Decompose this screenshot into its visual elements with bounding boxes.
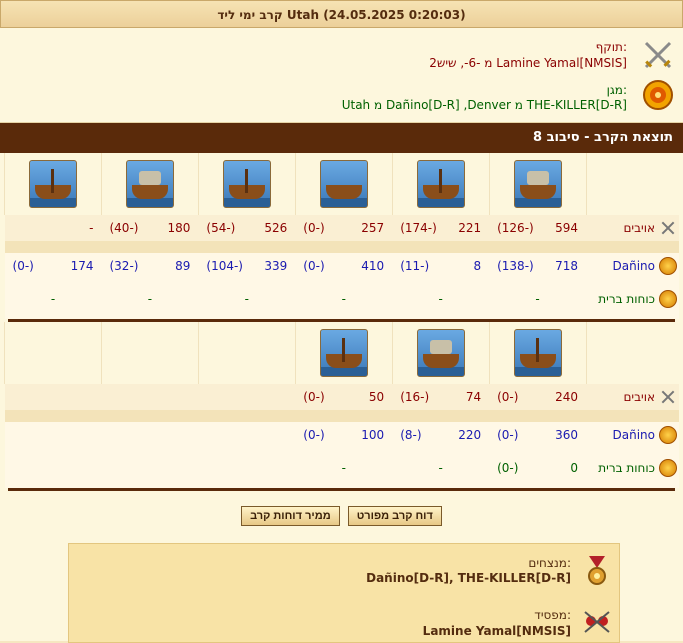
ally-label: כוחות ברית bbox=[598, 461, 655, 475]
report-buttons: ממיר דוחות קרב דוח קרב מפורט bbox=[0, 491, 683, 541]
unit-ship-icon bbox=[416, 329, 465, 377]
unit-ship-icon bbox=[319, 329, 368, 377]
own-label[interactable]: Dañino bbox=[613, 259, 655, 273]
unit-loss: (-16) bbox=[400, 390, 430, 404]
unit-count: 360 bbox=[555, 428, 578, 442]
unit-count: 74 bbox=[465, 390, 482, 404]
shield-icon bbox=[643, 80, 673, 110]
shield-icon bbox=[659, 257, 677, 275]
unit-loss: (-8) bbox=[400, 428, 422, 442]
winners-label: מנצחים: bbox=[528, 556, 571, 570]
unit-row bbox=[4, 153, 679, 215]
ally-label: כוחות ברית bbox=[598, 292, 655, 306]
battle-info: תוקף: Lamine Yamal[NMSIS] מ -6-, שיש2 מג… bbox=[0, 28, 683, 123]
crossed-swords-icon bbox=[659, 220, 677, 236]
defender-label: מגן: bbox=[606, 83, 627, 97]
unit-loss: (-104) bbox=[206, 259, 243, 273]
unit-count: 89 bbox=[175, 259, 191, 273]
own-label[interactable]: Dañino bbox=[613, 428, 655, 442]
unit-count: 221 bbox=[458, 221, 482, 235]
loser-label: מפסיד: bbox=[534, 608, 571, 622]
unit-count: 257 bbox=[361, 221, 385, 235]
round-title: תוצאת הקרב - סיבוב 8 bbox=[0, 123, 683, 153]
unit-ship-icon bbox=[513, 329, 562, 377]
unit-ship-icon bbox=[513, 160, 562, 208]
unit-ship-icon bbox=[125, 160, 174, 208]
unit-count: 410 bbox=[361, 259, 385, 273]
ally-row: כוחות ברית - - - - - - bbox=[4, 279, 679, 319]
ally-value: - bbox=[101, 279, 199, 319]
unit-loss: (-0) bbox=[303, 428, 325, 442]
battle-section-1: אויבים 594 (-126) 221 (-174) 257 (-0) 526 (-… bbox=[4, 153, 679, 319]
battle-section-2: אויבים 240 (-0) 74 (-16) 50 (-0) Dañino 360… bbox=[4, 322, 679, 488]
unit-loss: (-40) bbox=[109, 221, 139, 235]
ally-value: - bbox=[198, 279, 296, 319]
unit-count: 50 bbox=[368, 390, 385, 404]
unit-count: 526 bbox=[264, 221, 288, 235]
defender-value[interactable]: THE-KILLER[D-R] מ Dañino[D-R] ,Denver מ … bbox=[342, 98, 627, 112]
unit-loss: (-0) bbox=[12, 259, 34, 273]
unit-loss: (-0) bbox=[303, 390, 325, 404]
unit-loss: (-126) bbox=[497, 221, 534, 235]
unit-ship-icon bbox=[222, 160, 271, 208]
unit-count: - bbox=[89, 221, 94, 235]
medal-icon bbox=[588, 556, 606, 585]
ally-value: 0 bbox=[570, 461, 578, 475]
enemies-label: אויבים bbox=[623, 221, 655, 235]
battle-report: קרב ימי ליד Utah (24.05.2025 0:20:03) תו… bbox=[0, 0, 683, 643]
unit-loss: (-54) bbox=[206, 221, 236, 235]
unit-count: 180 bbox=[167, 221, 191, 235]
unit-count: 339 bbox=[264, 259, 288, 273]
ally-value: - bbox=[392, 448, 490, 488]
unit-loss: (-11) bbox=[400, 259, 430, 273]
unit-ship-icon bbox=[319, 160, 368, 208]
crossed-swords-icon bbox=[644, 41, 672, 69]
unit-loss: (-138) bbox=[497, 259, 534, 273]
ally-value: - bbox=[295, 448, 393, 488]
unit-loss: (-0) bbox=[303, 221, 325, 235]
winners-value[interactable]: Dañino[D-R], THE-KILLER[D-R] bbox=[366, 571, 571, 585]
loser-value[interactable]: Lamine Yamal[NMSIS] bbox=[423, 624, 571, 638]
unit-loss: (-32) bbox=[109, 259, 139, 273]
attacker-label: תוקף: bbox=[595, 40, 627, 54]
unit-row bbox=[4, 322, 679, 384]
unit-count: 718 bbox=[555, 259, 578, 273]
unit-loss: (-0) bbox=[303, 259, 325, 273]
unit-loss: (-174) bbox=[400, 221, 437, 235]
attacker-value[interactable]: Lamine Yamal[NMSIS] מ -6-, שיש2 bbox=[429, 56, 627, 70]
defeat-icon bbox=[584, 611, 610, 633]
ally-value: - bbox=[489, 279, 586, 319]
unit-ship-icon bbox=[28, 160, 77, 208]
ally-value: - bbox=[295, 279, 393, 319]
ally-value: - bbox=[4, 279, 102, 319]
converter-button[interactable]: ממיר דוחות קרב bbox=[241, 506, 340, 526]
unit-ship-icon bbox=[416, 160, 465, 208]
shield-icon bbox=[659, 459, 677, 477]
unit-count: 174 bbox=[70, 259, 94, 273]
unit-count: 594 bbox=[555, 221, 578, 235]
own-row: Dañino 360 (-0) 220 (-8) 100 (-0) bbox=[4, 422, 679, 448]
battle-summary: מנצחים: Dañino[D-R], THE-KILLER[D-R] מפס… bbox=[68, 543, 620, 643]
unit-count: 100 bbox=[361, 428, 385, 442]
ally-value: - bbox=[392, 279, 490, 319]
detailed-report-button[interactable]: דוח קרב מפורט bbox=[347, 506, 442, 526]
unit-loss: (-0) bbox=[497, 390, 519, 404]
unit-count: 240 bbox=[555, 390, 578, 404]
enemies-label: אויבים bbox=[623, 390, 655, 404]
ally-loss: (-0) bbox=[497, 461, 519, 475]
shield-icon bbox=[659, 290, 677, 308]
shield-icon bbox=[659, 426, 677, 444]
enemies-row: אויבים 240 (-0) 74 (-16) 50 (-0) bbox=[4, 384, 679, 410]
crossed-swords-icon bbox=[659, 389, 677, 405]
own-row: Dañino 718 (-138) 8 (-11) 410 (-0) 339 (-104… bbox=[4, 253, 679, 279]
ally-row: כוחות ברית 0 (-0) - - bbox=[4, 448, 679, 488]
unit-count: 220 bbox=[458, 428, 482, 442]
unit-count: 8 bbox=[473, 259, 482, 273]
report-title: קרב ימי ליד Utah (24.05.2025 0:20:03) bbox=[0, 0, 683, 28]
unit-loss: (-0) bbox=[497, 428, 519, 442]
enemies-row: אויבים 594 (-126) 221 (-174) 257 (-0) 526 (-… bbox=[4, 215, 679, 241]
